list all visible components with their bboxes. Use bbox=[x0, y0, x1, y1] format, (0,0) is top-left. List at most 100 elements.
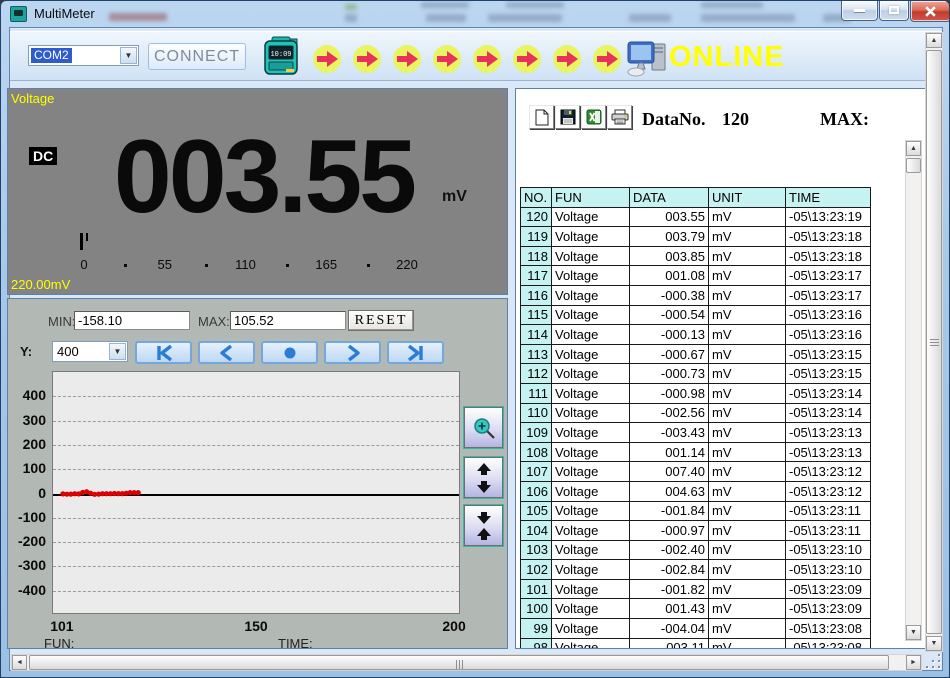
table-vscrollbar[interactable]: ▲ ▼ bbox=[905, 140, 922, 641]
table-row[interactable]: 104 Voltage -000.97 mV -05\13:23:11 bbox=[520, 520, 871, 541]
table-row[interactable]: 117 Voltage 001.08 mV -05\13:23:17 bbox=[520, 265, 871, 286]
table-row[interactable]: 108 Voltage 001.14 mV -05\13:23:13 bbox=[520, 441, 871, 463]
meter-unit: mV bbox=[442, 188, 467, 205]
cell-time: -05\13:23:18 bbox=[785, 226, 871, 247]
column-header-no[interactable]: NO. bbox=[520, 187, 552, 208]
new-file-button[interactable] bbox=[529, 105, 554, 129]
scroll-left-button[interactable]: ◄ bbox=[12, 655, 27, 670]
min-input[interactable] bbox=[74, 311, 190, 330]
scroll-down-button[interactable]: ▼ bbox=[906, 625, 921, 640]
cell-no: 118 bbox=[520, 245, 552, 267]
cell-data: -000.73 bbox=[629, 363, 709, 384]
save-button[interactable] bbox=[555, 105, 580, 129]
next-button[interactable] bbox=[324, 341, 381, 364]
y-tick-label: -400 bbox=[17, 581, 46, 598]
background-window-ghost bbox=[426, 14, 466, 22]
printer-icon bbox=[611, 109, 628, 125]
table-row[interactable]: 105 Voltage -001.84 mV -05\13:23:11 bbox=[520, 500, 871, 522]
cell-unit: mV bbox=[708, 226, 786, 247]
y-scale-select[interactable]: 400 ▼ bbox=[52, 341, 128, 362]
table-scroll-thumb[interactable] bbox=[906, 158, 921, 173]
scroll-up-button[interactable]: ▲ bbox=[926, 33, 942, 48]
table-row[interactable]: 98 Voltage 003.11 mV -05\13:23:08 bbox=[520, 637, 871, 648]
table-row[interactable]: 113 Voltage -000.67 mV -05\13:23:15 bbox=[520, 343, 871, 365]
titlebar[interactable]: MultiMeter bbox=[1, 1, 949, 27]
cell-no: 106 bbox=[520, 480, 552, 502]
com-port-select[interactable]: COM2 ▼ bbox=[28, 45, 139, 66]
zoom-button[interactable] bbox=[463, 406, 504, 449]
table-row[interactable]: 110 Voltage -002.56 mV -05\13:23:14 bbox=[520, 402, 871, 424]
cell-data: 003.55 bbox=[629, 206, 709, 228]
go-last-button[interactable] bbox=[387, 341, 444, 364]
cell-unit: mV bbox=[708, 382, 786, 404]
table-row[interactable]: 116 Voltage -000.38 mV -05\13:23:17 bbox=[520, 284, 871, 306]
scroll-down-button[interactable]: ▼ bbox=[926, 636, 942, 651]
resize-grip[interactable] bbox=[926, 654, 944, 671]
cell-no: 110 bbox=[520, 402, 552, 424]
y-scale-value: 400 bbox=[57, 344, 79, 359]
table-row[interactable]: 120 Voltage 003.55 mV -05\13:23:19 bbox=[520, 206, 871, 228]
flow-arrow-icon bbox=[513, 45, 541, 73]
scroll-up-button[interactable]: ▲ bbox=[906, 141, 921, 156]
scroll-right-button[interactable]: ► bbox=[906, 655, 921, 670]
outer-scroll-thumb[interactable] bbox=[926, 50, 942, 634]
reset-button[interactable]: RESET bbox=[348, 310, 414, 331]
table-row[interactable]: 114 Voltage -000.13 mV -05\13:23:16 bbox=[520, 324, 871, 345]
table-row[interactable]: 106 Voltage 004.63 mV -05\13:23:12 bbox=[520, 480, 871, 502]
chevron-down-icon[interactable]: ▼ bbox=[109, 343, 126, 360]
minimize-button[interactable] bbox=[841, 1, 878, 21]
column-header-unit[interactable]: UNIT bbox=[708, 187, 786, 208]
maximize-button[interactable] bbox=[879, 1, 909, 21]
table-row[interactable]: 112 Voltage -000.73 mV -05\13:23:15 bbox=[520, 363, 871, 384]
chevron-down-icon[interactable]: ▼ bbox=[120, 47, 137, 64]
export-excel-button[interactable] bbox=[581, 105, 606, 129]
connect-button[interactable]: CONNECT bbox=[148, 43, 246, 70]
previous-button[interactable] bbox=[198, 341, 255, 364]
table-row[interactable]: 103 Voltage -002.40 mV -05\13:23:10 bbox=[520, 539, 871, 561]
cell-time: -05\13:23:12 bbox=[785, 461, 871, 482]
close-button[interactable] bbox=[910, 1, 949, 22]
table-row[interactable]: 115 Voltage -000.54 mV -05\13:23:16 bbox=[520, 304, 871, 326]
table-row[interactable]: 102 Voltage -002.84 mV -05\13:23:10 bbox=[520, 559, 871, 580]
table-row[interactable]: 118 Voltage 003.85 mV -05\13:23:18 bbox=[520, 245, 871, 267]
column-header-data[interactable]: DATA bbox=[629, 187, 709, 208]
current-point-button[interactable] bbox=[261, 341, 318, 364]
table-row[interactable]: 107 Voltage 007.40 mV -05\13:23:12 bbox=[520, 461, 871, 482]
column-header-time[interactable]: TIME bbox=[785, 187, 871, 208]
go-first-button[interactable] bbox=[135, 341, 192, 364]
table-row[interactable]: 109 Voltage -003.43 mV -05\13:23:13 bbox=[520, 422, 871, 443]
magnifier-plus-icon bbox=[473, 417, 495, 439]
cell-no: 104 bbox=[520, 520, 552, 541]
cell-unit: mV bbox=[708, 618, 786, 639]
print-button[interactable] bbox=[607, 105, 632, 129]
max-input[interactable] bbox=[230, 311, 346, 330]
column-header-fun[interactable]: FUN bbox=[551, 187, 630, 208]
compress-scale-button[interactable] bbox=[463, 504, 504, 547]
h-scroll-thumb[interactable] bbox=[29, 655, 889, 670]
cell-fun: Voltage bbox=[551, 206, 630, 228]
expand-scale-button[interactable] bbox=[463, 456, 504, 499]
trend-points-layer bbox=[60, 489, 141, 497]
background-window-ghost bbox=[488, 14, 562, 22]
scale-tick-label: 165 bbox=[315, 257, 338, 272]
cell-no: 101 bbox=[520, 578, 552, 600]
table-row[interactable]: 99 Voltage -004.04 mV -05\13:23:08 bbox=[520, 618, 871, 639]
table-row[interactable]: 101 Voltage -001.82 mV -05\13:23:09 bbox=[520, 578, 871, 600]
h-scrollbar[interactable]: ◄ ► bbox=[11, 654, 922, 671]
table-row[interactable]: 111 Voltage -000.98 mV -05\13:23:14 bbox=[520, 382, 871, 404]
cell-data: -000.67 bbox=[629, 343, 709, 365]
skip-start-icon bbox=[156, 344, 172, 361]
outer-vscrollbar[interactable]: ▲ ▼ bbox=[925, 32, 943, 652]
cell-fun: Voltage bbox=[551, 500, 630, 522]
cell-data: -000.13 bbox=[629, 324, 709, 345]
cell-no: 108 bbox=[520, 441, 552, 463]
y-axis-label: Y: bbox=[20, 344, 33, 359]
y-tick-label: 200 bbox=[22, 435, 46, 452]
table-row[interactable]: 100 Voltage 001.43 mV -05\13:23:09 bbox=[520, 598, 871, 620]
computer-icon bbox=[627, 41, 666, 77]
table-row[interactable]: 119 Voltage 003.79 mV -05\13:23:18 bbox=[520, 226, 871, 247]
table-header-row[interactable]: NO. FUN DATA UNIT TIME bbox=[520, 187, 871, 208]
cell-no: 105 bbox=[520, 500, 552, 522]
function-label: Voltage bbox=[11, 91, 55, 106]
cell-time: -05\13:23:15 bbox=[785, 363, 871, 384]
